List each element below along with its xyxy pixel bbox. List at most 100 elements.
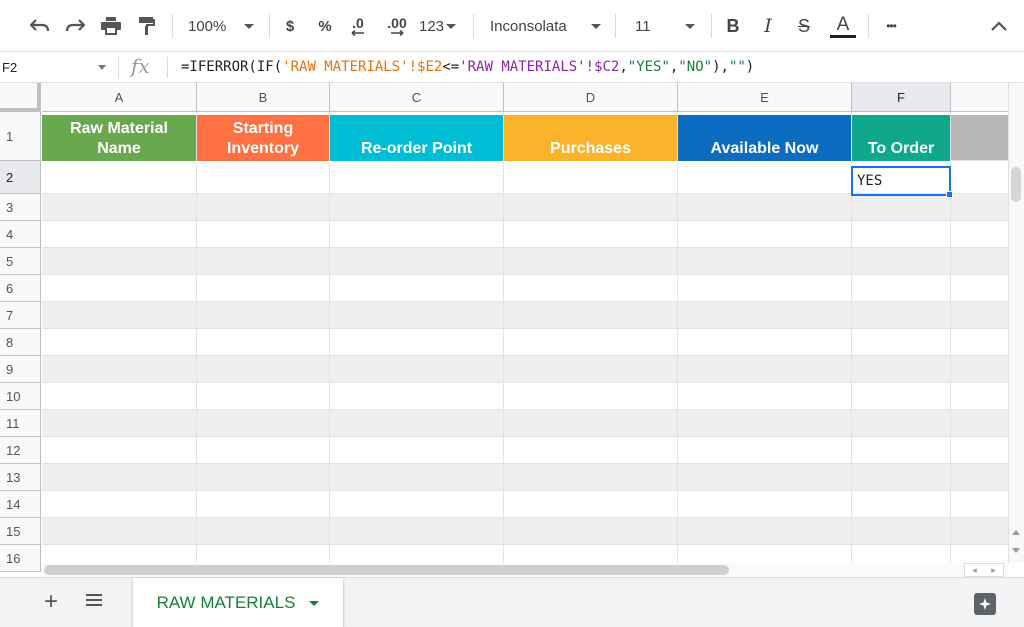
header-cell-to-order[interactable]: To Order: [852, 115, 950, 161]
formula-string: "YES": [627, 59, 670, 75]
currency-format-button[interactable]: $: [282, 12, 298, 40]
row-header[interactable]: 1: [0, 112, 41, 161]
row-header[interactable]: 12: [0, 437, 41, 464]
scroll-left-icon[interactable]: ◂: [972, 565, 977, 576]
table-row: [42, 221, 1008, 248]
table-row: [42, 383, 1008, 410]
header-cell-line: To Order: [867, 140, 935, 157]
header-cell-line: Raw Material: [70, 120, 168, 137]
zoom-select[interactable]: 100%: [188, 12, 258, 40]
collapse-toolbar-icon[interactable]: [988, 12, 1010, 40]
row-header[interactable]: 14: [0, 491, 41, 518]
formula-token: ,: [619, 59, 628, 75]
increase-decimal-label: .00: [387, 15, 407, 31]
column-header-c[interactable]: C: [330, 83, 504, 112]
number-format-select[interactable]: 123: [419, 12, 459, 40]
column-header-a[interactable]: A: [42, 83, 197, 112]
table-row: [42, 464, 1008, 491]
header-cell-line: Name: [97, 140, 141, 157]
row-header[interactable]: 11: [0, 410, 41, 437]
strikethrough-button[interactable]: S: [794, 12, 814, 40]
row-header[interactable]: 5: [0, 248, 41, 275]
row-header[interactable]: 2: [0, 161, 41, 194]
column-header-f[interactable]: F: [852, 83, 951, 112]
column-header-g[interactable]: [951, 83, 1008, 112]
toolbar-divider: [473, 14, 474, 38]
column-header-e[interactable]: E: [678, 83, 852, 112]
font-family-select[interactable]: Inconsolata: [490, 12, 605, 40]
bold-button[interactable]: B: [723, 12, 743, 40]
row-header[interactable]: 16: [0, 545, 41, 572]
scroll-up-icon[interactable]: [1012, 530, 1020, 535]
paint-format-icon[interactable]: [135, 12, 159, 40]
row-header[interactable]: 10: [0, 383, 41, 410]
formula-divider: [167, 57, 168, 78]
toolbar-divider: [868, 14, 869, 38]
text-color-swatch: [830, 34, 856, 38]
header-cell-available-now[interactable]: Available Now: [678, 115, 851, 161]
formula-reference: 'RAW MATERIALS'!$E2: [282, 59, 443, 75]
active-cell-outline: [851, 166, 951, 196]
table-row: [42, 302, 1008, 329]
scroll-right-icon[interactable]: ▸: [991, 565, 996, 576]
table-row: [42, 329, 1008, 356]
formula-token: ): [745, 59, 755, 75]
header-cell-raw-material-name[interactable]: Raw Material Name: [42, 115, 196, 161]
more-button[interactable]: •••: [880, 12, 902, 40]
text-color-button[interactable]: A: [828, 12, 858, 40]
add-sheet-icon[interactable]: +: [44, 590, 58, 614]
font-size-value: 11: [635, 17, 651, 35]
row-header[interactable]: 3: [0, 194, 41, 221]
font-size-select[interactable]: 11: [635, 12, 703, 40]
spreadsheet-grid[interactable]: A B C D E F 1 2 3 4 5 6 7 8 9 10 11 12 1…: [0, 83, 1024, 575]
all-sheets-icon[interactable]: [86, 594, 102, 609]
header-cell-reorder-point[interactable]: Re-order Point: [330, 115, 503, 161]
header-cell-line: Re-order Point: [360, 140, 473, 157]
chevron-down-icon: [309, 600, 320, 606]
table-row: [42, 356, 1008, 383]
text-color-label: A: [836, 13, 850, 35]
vertical-scroll-thumb[interactable]: [1011, 167, 1021, 202]
arrow-left-icon: [351, 30, 364, 36]
column-header-b[interactable]: B: [197, 83, 330, 112]
vertical-scrollbar[interactable]: [1008, 83, 1024, 563]
gridline: [950, 83, 951, 575]
select-all-corner[interactable]: [0, 83, 41, 112]
header-cell-starting-inventory[interactable]: Starting Inventory: [197, 115, 329, 161]
toolbar-divider: [711, 14, 712, 38]
formula-divider: [118, 57, 119, 78]
header-cell-purchases[interactable]: Purchases: [504, 115, 677, 161]
print-icon[interactable]: [99, 12, 123, 40]
row-header[interactable]: 6: [0, 275, 41, 302]
horizontal-scroll-thumb[interactable]: [44, 565, 729, 575]
row-header[interactable]: 8: [0, 329, 41, 356]
scroll-down-icon[interactable]: [1012, 548, 1020, 553]
row-header[interactable]: 7: [0, 302, 41, 329]
row-header[interactable]: 15: [0, 518, 41, 545]
row-header[interactable]: 9: [0, 356, 41, 383]
row-header[interactable]: 4: [0, 221, 41, 248]
sheet-tab-raw-materials[interactable]: RAW MATERIALS: [133, 578, 343, 627]
fill-handle[interactable]: [946, 191, 953, 198]
undo-icon[interactable]: [28, 12, 52, 40]
column-header-d[interactable]: D: [504, 83, 678, 112]
arrow-right-icon: [391, 30, 404, 36]
header-cell-line: Inventory: [226, 140, 299, 157]
table-row: [42, 491, 1008, 518]
explore-icon[interactable]: [974, 593, 996, 615]
header-cell-line: Available Now: [710, 140, 819, 157]
zoom-value: 100%: [188, 17, 227, 35]
toolbar-divider: [172, 14, 173, 38]
increase-decimal-button[interactable]: .00: [383, 12, 411, 40]
fx-icon: fx: [131, 54, 150, 78]
formula-input[interactable]: =IFERROR(IF('RAW MATERIALS'!$E2<='RAW MA…: [181, 59, 754, 75]
redo-icon[interactable]: [63, 12, 87, 40]
horizontal-scroll-buttons[interactable]: ◂ ▸: [964, 563, 1004, 577]
decrease-decimal-button[interactable]: .0: [346, 12, 370, 40]
formula-string: "NO": [678, 59, 713, 75]
name-box[interactable]: F2: [0, 52, 118, 83]
italic-button[interactable]: I: [758, 12, 778, 40]
table-row: [42, 437, 1008, 464]
row-header[interactable]: 13: [0, 464, 41, 491]
percent-format-button[interactable]: %: [316, 12, 334, 40]
